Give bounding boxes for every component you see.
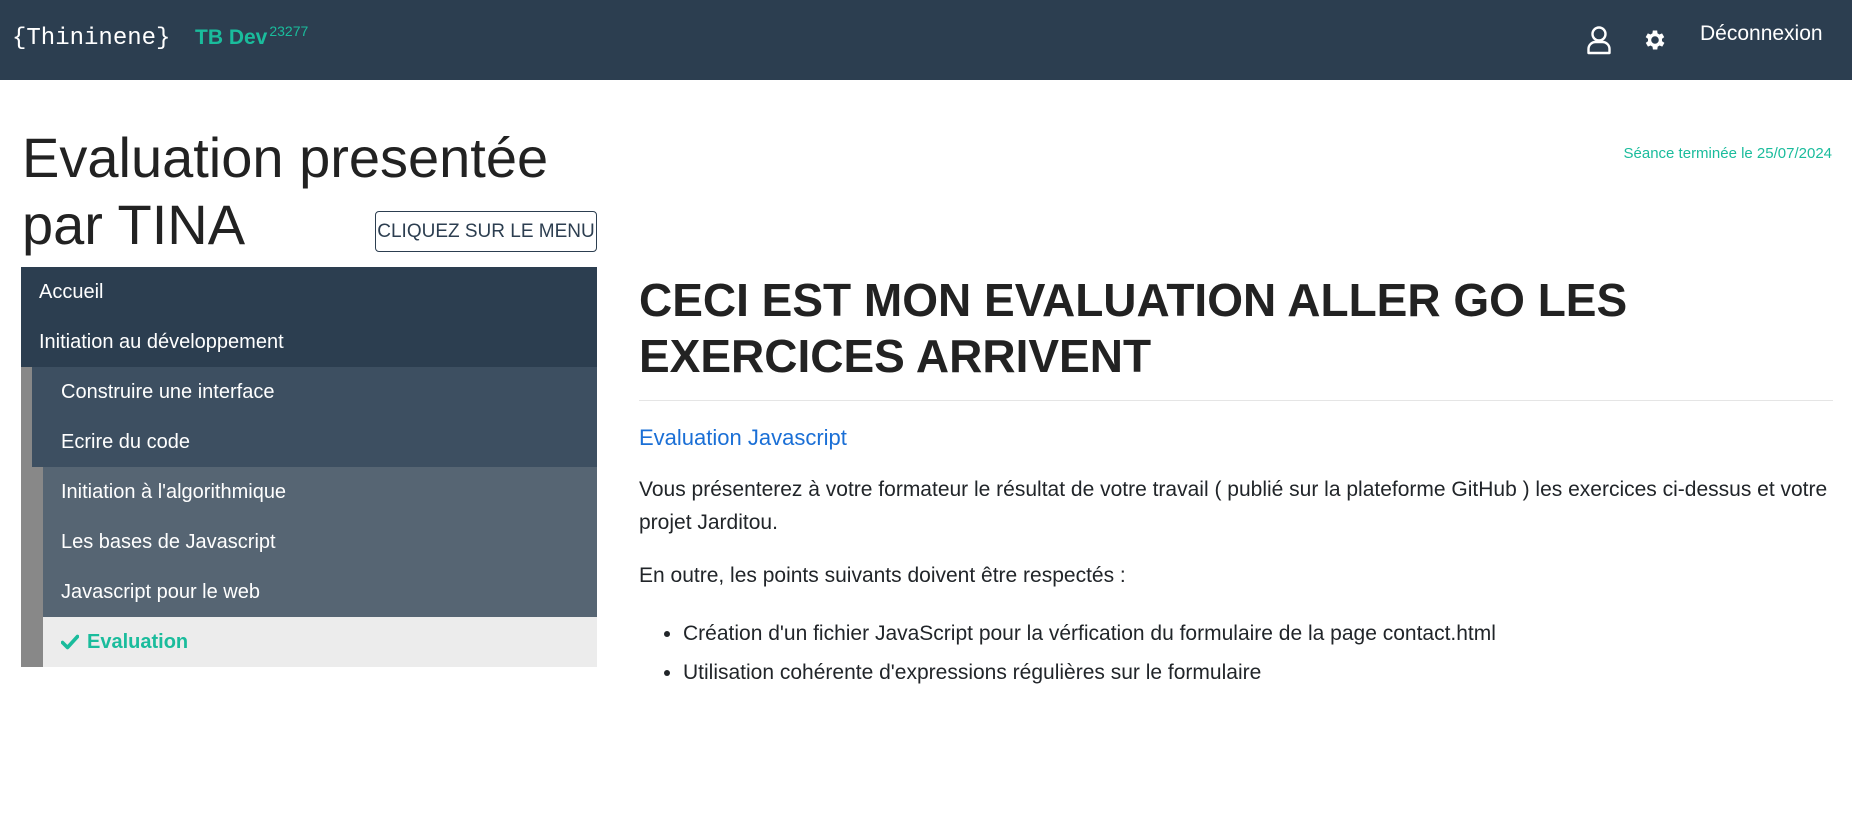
sidebar-item-javascript-web[interactable]: Javascript pour le web <box>43 567 597 617</box>
sidebar-item-label: Construire une interface <box>61 380 275 403</box>
top-navbar: {Thininene} TB Dev 23277 Déconnexion <box>0 0 1852 80</box>
requirements-intro: En outre, les points suivants doivent êt… <box>639 564 1126 587</box>
sidebar-item-construire-interface[interactable]: Construire une interface <box>21 367 597 417</box>
sidebar-item-algorithmique[interactable]: Initiation à l'algorithmique <box>43 467 597 517</box>
evaluation-javascript-link[interactable]: Evaluation Javascript <box>639 425 847 451</box>
sidebar-item-label: Accueil <box>39 280 104 303</box>
sidebar-item-ecrire-code[interactable]: Ecrire du code <box>21 417 597 467</box>
requirements-list: Création d'un fichier JavaScript pour la… <box>683 614 1833 692</box>
project-id: 23277 <box>269 23 309 39</box>
sidebar-item-label: Initiation à l'algorithmique <box>61 480 287 503</box>
check-icon <box>61 634 79 650</box>
sidebar-item-evaluation[interactable]: Evaluation <box>43 617 597 667</box>
user-profile-button[interactable] <box>1581 22 1617 58</box>
list-item: Création d'un fichier JavaScript pour la… <box>683 614 1833 653</box>
sidebar-item-initiation-developpement[interactable]: Initiation au développement <box>21 317 597 367</box>
session-status: Séance terminée le 25/07/2024 <box>1623 145 1832 162</box>
gear-icon <box>1645 30 1665 50</box>
brand-logo[interactable]: {Thininene} <box>12 25 170 52</box>
sidebar-item-bases-javascript[interactable]: Les bases de Javascript <box>43 517 597 567</box>
instructions-paragraph: Vous présenterez à votre formateur le ré… <box>639 478 1828 534</box>
sidebar-item-label: Evaluation <box>87 630 189 653</box>
content-heading: CECI EST MON EVALUATION ALLER GO LES EXE… <box>639 274 1628 382</box>
menu-button[interactable]: CLIQUEZ SUR LE MENU <box>375 211 597 252</box>
sidebar-item-label: Initiation au développement <box>39 330 284 353</box>
settings-button[interactable] <box>1637 22 1673 58</box>
sidebar-nav: Accueil Initiation au développement Cons… <box>21 267 597 667</box>
sidebar-subgroup: Initiation à l'algorithmique Les bases d… <box>21 467 597 667</box>
sidebar-item-accueil[interactable]: Accueil <box>21 267 597 317</box>
user-icon <box>1587 26 1611 55</box>
list-item: Utilisation cohérente d'expressions régu… <box>683 653 1833 692</box>
project-label: TB Dev <box>195 26 268 49</box>
project-name[interactable]: TB Dev 23277 <box>195 23 309 50</box>
sidebar-item-label: Javascript pour le web <box>61 580 260 603</box>
sidebar-item-label: Les bases de Javascript <box>61 530 276 553</box>
logout-link[interactable]: Déconnexion <box>1700 22 1823 46</box>
main-content: CECI EST MON EVALUATION ALLER GO LES EXE… <box>639 272 1833 692</box>
divider <box>639 400 1833 401</box>
sidebar-item-label: Ecrire du code <box>61 430 190 453</box>
